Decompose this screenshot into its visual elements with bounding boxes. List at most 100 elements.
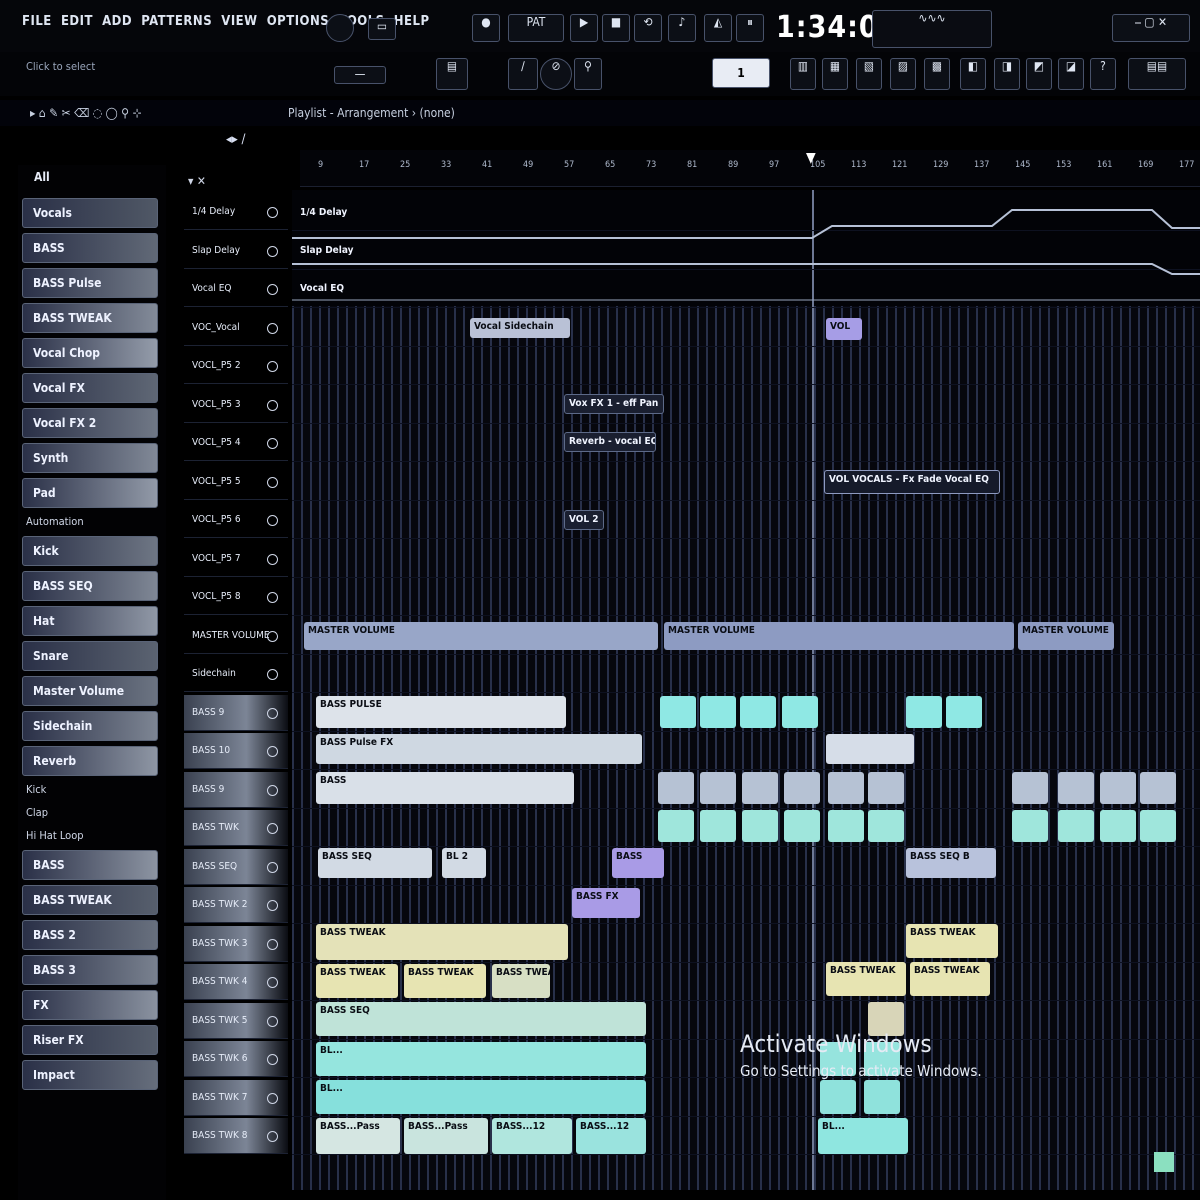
browser-item[interactable]: BASS TWEAK	[22, 303, 158, 333]
playhead-marker-icon[interactable]: ▼	[806, 150, 820, 166]
clip-bass-seq[interactable]: BASS SEQ	[318, 848, 432, 878]
browser-item[interactable]: Pad	[22, 478, 158, 508]
menu-patterns[interactable]: PATTERNS	[141, 14, 212, 29]
menu-add[interactable]: ADD	[102, 14, 132, 29]
track-mute-icon[interactable]	[267, 1015, 278, 1027]
track-header[interactable]: Slap Delay	[184, 233, 288, 269]
playlist-icon[interactable]: ▨	[890, 58, 916, 90]
browser-icon[interactable]: ▩	[924, 58, 950, 90]
touch-keyboard-icon[interactable]: ◨	[994, 58, 1020, 90]
wait-icon[interactable]: ⏸	[736, 14, 764, 42]
browser-item[interactable]: Vocals	[22, 198, 158, 228]
clip-bass-end-4[interactable]: BASS...12	[576, 1118, 646, 1154]
clip-small[interactable]	[1058, 810, 1094, 842]
track-mute-icon[interactable]	[267, 476, 278, 488]
clip-small[interactable]	[784, 772, 820, 804]
track-mute-icon[interactable]	[267, 399, 278, 411]
clip-vox-fx-2[interactable]: Reverb - vocal EQ	[564, 432, 656, 452]
play-button[interactable]: ▶	[570, 14, 598, 42]
track-mute-icon[interactable]	[267, 669, 278, 680]
menu-view[interactable]: VIEW	[221, 14, 257, 29]
track-header[interactable]: VOCL_P5 5	[184, 464, 288, 500]
track-mute-icon[interactable]	[267, 1131, 278, 1142]
clip-bl2[interactable]: BL 2	[442, 848, 486, 878]
clip-bass-seq-b[interactable]: BASS SEQ B	[906, 848, 996, 878]
clip-small[interactable]	[784, 810, 820, 842]
browser-item[interactable]: BASS	[22, 233, 158, 263]
browser-item[interactable]: BASS 3	[22, 955, 158, 985]
track-mute-icon[interactable]	[267, 1092, 278, 1104]
browser-item[interactable]: BASS TWEAK	[22, 885, 158, 915]
clip-bass-tweak-e[interactable]: BASS TWEAK	[906, 924, 998, 958]
lock-icon[interactable]: ⚲	[574, 58, 602, 90]
clip-small[interactable]	[658, 810, 694, 842]
track-mute-icon[interactable]	[267, 553, 278, 565]
track-mute-icon[interactable]	[267, 361, 278, 372]
news-panel[interactable]: ▤▤	[1128, 58, 1186, 90]
track-header-controls[interactable]: ▾ ✕	[188, 174, 206, 188]
track-header[interactable]: MASTER VOLUME	[184, 618, 288, 654]
track-mute-icon[interactable]	[267, 861, 278, 873]
browser-folder-label[interactable]: Automation	[22, 513, 158, 531]
project-info-icon[interactable]: ◪	[1058, 58, 1084, 90]
track-mute-icon[interactable]	[267, 592, 278, 603]
script-output-icon[interactable]: ◩	[1026, 58, 1052, 90]
clip-small[interactable]	[1012, 810, 1048, 842]
track-header[interactable]: VOCL_P5 2	[184, 348, 288, 384]
browser-folder-label[interactable]: Hi Hat Loop	[22, 827, 158, 845]
clip-small[interactable]	[864, 1080, 900, 1114]
master-volume-slider[interactable]: —	[334, 66, 386, 84]
track-mute-icon[interactable]	[267, 784, 278, 796]
track-header[interactable]: VOCL_P5 6	[184, 502, 288, 538]
track-header[interactable]: BASS 9	[184, 694, 288, 731]
track-mute-icon[interactable]	[267, 322, 278, 334]
clip-small[interactable]	[742, 810, 778, 842]
channel-rack-icon[interactable]: ▦	[822, 58, 848, 90]
clip-bass-tweak-f[interactable]: BASS TWEAK	[826, 962, 906, 996]
browser-item[interactable]: Vocal FX 2	[22, 408, 158, 438]
track-header[interactable]: BASS TWK 7	[184, 1079, 288, 1116]
track-mute-icon[interactable]	[267, 900, 278, 911]
clip-vocals-long[interactable]: VOL VOCALS - Fx Fade Vocal EQ	[824, 470, 1000, 494]
browser-item[interactable]: BASS	[22, 850, 158, 880]
clip-small[interactable]	[740, 696, 776, 728]
pattern-selector-icon[interactable]: ▤	[436, 58, 468, 90]
browser-item[interactable]: Reverb	[22, 746, 158, 776]
playlist-tools-icons[interactable]: ▸ ⌂ ✎ ✂ ⌫ ◌ ◯ ⚲ ⊹	[30, 106, 142, 120]
browser-folder-label[interactable]: Clap	[22, 804, 158, 822]
menu-help[interactable]: HELP	[394, 14, 430, 29]
clip-small[interactable]	[878, 734, 914, 764]
clip-bass-end-3[interactable]: BASS...12	[492, 1118, 572, 1154]
track-header[interactable]: Sidechain	[184, 656, 288, 692]
clip-master-volume-1[interactable]: MASTER VOLUME	[304, 622, 658, 650]
track-header[interactable]: VOC_Vocal	[184, 310, 288, 346]
clip-vox-fx-3[interactable]: VOL 2	[564, 510, 604, 530]
browser-item[interactable]: Kick	[22, 536, 158, 566]
track-mute-icon[interactable]	[267, 977, 278, 988]
clip-vocal-eq[interactable]: Vocal EQ	[296, 280, 386, 298]
track-header[interactable]: BASS TWK 2	[184, 887, 288, 923]
track-header[interactable]: BASS SEQ	[184, 848, 288, 885]
clip-small[interactable]	[700, 772, 736, 804]
track-header[interactable]: BASS TWK	[184, 810, 288, 846]
browser-item[interactable]: Vocal FX	[22, 373, 158, 403]
clip-vocal-sidechain[interactable]: Vocal Sidechain	[470, 318, 570, 338]
clip-small[interactable]	[868, 810, 904, 842]
track-header[interactable]: BASS TWK 8	[184, 1118, 288, 1154]
zoom-controls-icon[interactable]: ◂▸ ∕	[226, 132, 245, 147]
track-header[interactable]: Vocal EQ	[184, 271, 288, 307]
clip-small[interactable]	[700, 696, 736, 728]
loop-button[interactable]: ⟲	[634, 14, 662, 42]
track-header[interactable]: VOCL_P5 4	[184, 425, 288, 461]
clip-delay[interactable]: 1/4 Delay	[296, 204, 386, 222]
menu-edit[interactable]: EDIT	[61, 14, 93, 29]
clip-bass-tweak-a[interactable]: BASS TWEAK	[316, 924, 568, 960]
track-header[interactable]: BASS 10	[184, 733, 288, 769]
menu-options[interactable]: OPTIONS	[267, 14, 330, 29]
track-mute-icon[interactable]	[267, 284, 278, 295]
track-header[interactable]: BASS TWK 4	[184, 964, 288, 1000]
stop-button[interactable]: ■	[602, 14, 630, 42]
clip-bass-pulse-fx[interactable]: BASS Pulse FX	[316, 734, 642, 764]
browser-item[interactable]: BASS SEQ	[22, 571, 158, 601]
tempo-button[interactable]: ♪	[668, 14, 696, 42]
